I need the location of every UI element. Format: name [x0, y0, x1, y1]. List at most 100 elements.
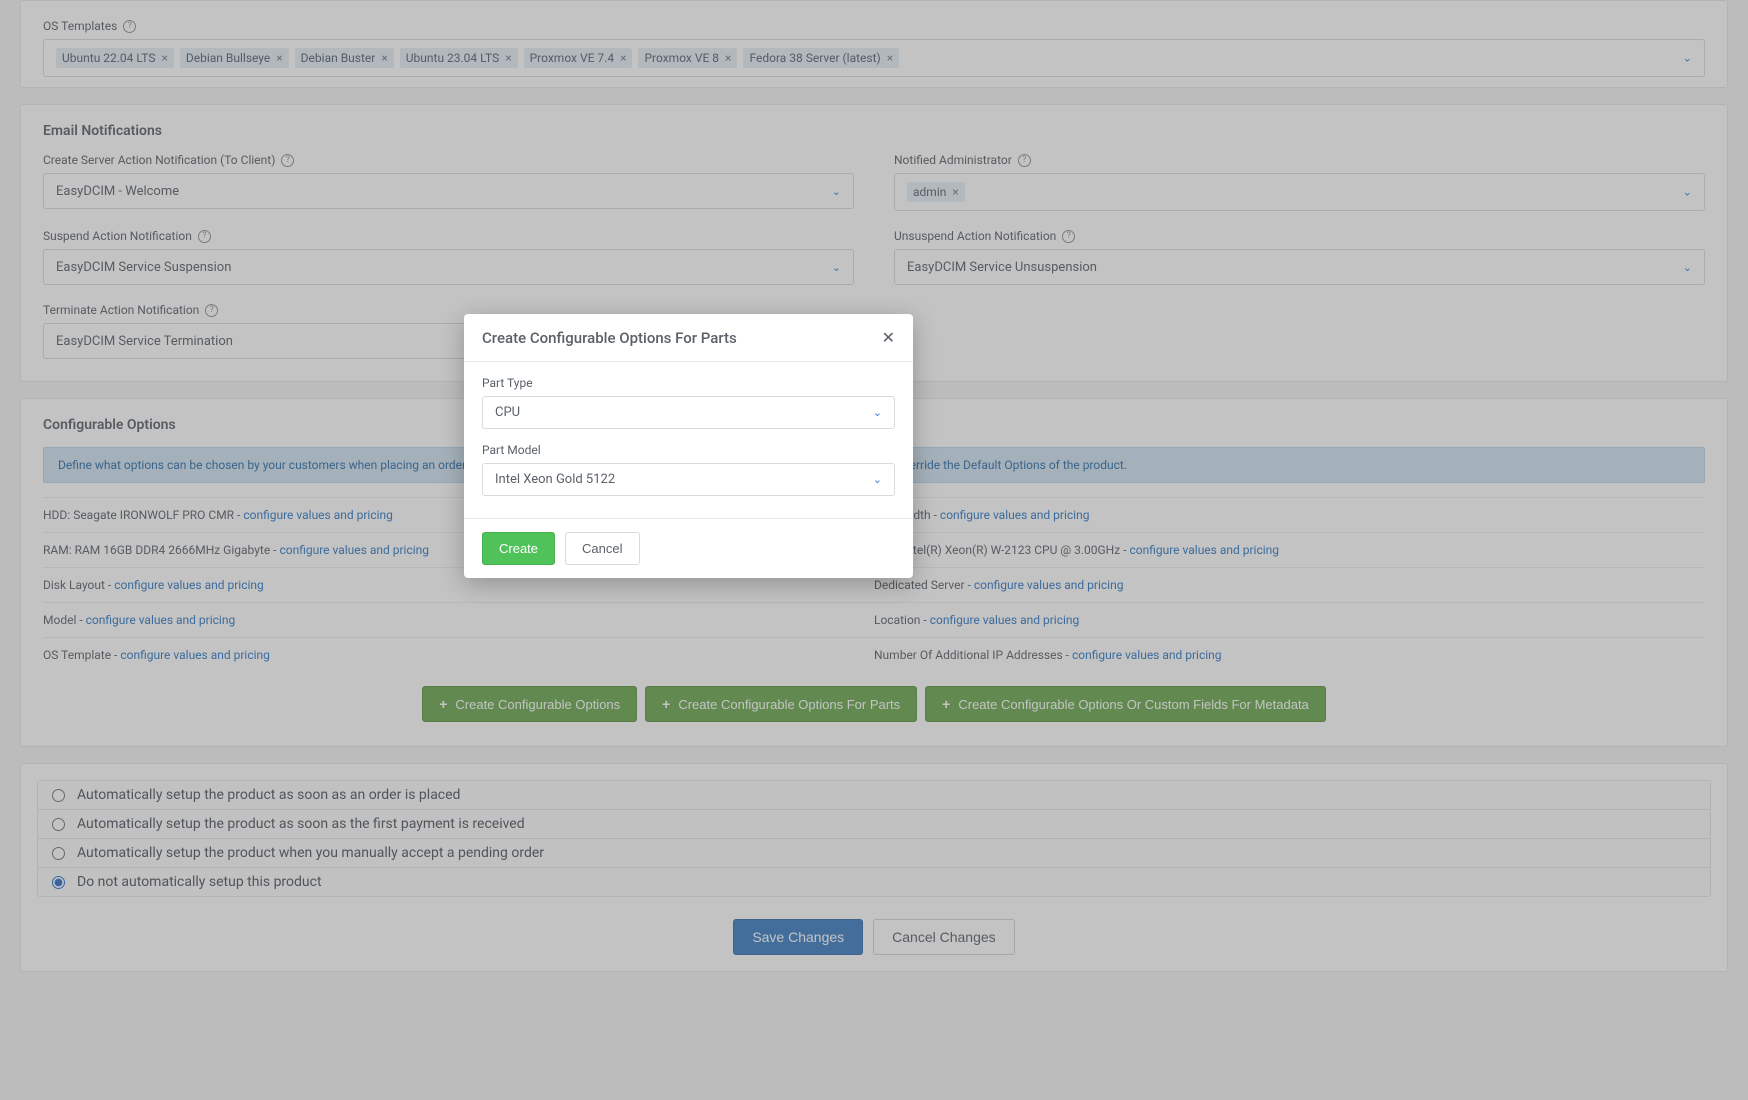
modal-create-button[interactable]: Create — [482, 532, 555, 565]
os-templates-label: OS Templates ? — [43, 19, 1705, 33]
auto-setup-radio[interactable] — [52, 818, 65, 831]
tag-label: Ubuntu 22.04 LTS — [62, 51, 155, 65]
option-prefix: Number Of Additional IP Addresses - — [874, 648, 1072, 662]
tag-remove-icon[interactable]: × — [887, 51, 893, 65]
auto-setup-radio-label: Automatically setup the product when you… — [77, 845, 544, 861]
option-row: Bandwidth - configure values and pricing — [874, 497, 1705, 532]
os-templates-panel: OS Templates ? Ubuntu 22.04 LTS×Debian B… — [20, 0, 1728, 88]
os-template-tag: Proxmox VE 7.4 × — [524, 48, 633, 68]
create-parts-modal: Create Configurable Options For Parts ✕ … — [464, 314, 913, 578]
option-row: Dedicated Server - configure values and … — [874, 567, 1705, 602]
tag-remove-icon[interactable]: × — [952, 185, 958, 199]
tag-remove-icon[interactable]: × — [276, 51, 282, 65]
auto-setup-radio-row[interactable]: Do not automatically setup this product — [38, 868, 1710, 896]
chevron-down-icon: ⌄ — [832, 261, 841, 274]
option-prefix: Model - — [43, 613, 86, 627]
os-template-tag: Proxmox VE 8 × — [638, 48, 737, 68]
admin-tag: admin × — [907, 182, 965, 202]
configure-link[interactable]: configure values and pricing — [1129, 543, 1279, 557]
option-row: Location - configure values and pricing — [874, 602, 1705, 637]
os-template-tag: Debian Buster × — [295, 48, 394, 68]
create-notification-label: Create Server Action Notification (To Cl… — [43, 153, 854, 167]
part-model-select[interactable]: Intel Xeon Gold 5122 ⌄ — [482, 463, 895, 496]
tag-label: Debian Buster — [301, 51, 376, 65]
tag-label: Fedora 38 Server (latest) — [749, 51, 880, 65]
configure-link[interactable]: configure values and pricing — [114, 578, 264, 592]
help-icon[interactable]: ? — [281, 154, 294, 167]
auto-setup-radio-row[interactable]: Automatically setup the product when you… — [38, 839, 1710, 868]
save-changes-button[interactable]: Save Changes — [733, 919, 863, 955]
configure-link[interactable]: configure values and pricing — [120, 648, 270, 662]
auto-setup-radio[interactable] — [52, 847, 65, 860]
tag-remove-icon[interactable]: × — [161, 51, 167, 65]
tag-remove-icon[interactable]: × — [620, 51, 626, 65]
option-prefix: Disk Layout - — [43, 578, 114, 592]
auto-setup-radio-row[interactable]: Automatically setup the product as soon … — [38, 810, 1710, 839]
suspend-notification-select[interactable]: EasyDCIM Service Suspension ⌄ — [43, 249, 854, 285]
auto-setup-radio-label: Automatically setup the product as soon … — [77, 787, 460, 803]
create-configurable-options-button[interactable]: + Create Configurable Options — [422, 686, 637, 722]
chevron-down-icon: ⌄ — [1683, 261, 1692, 274]
configure-link[interactable]: configure values and pricing — [279, 543, 429, 557]
auto-setup-radio-label: Automatically setup the product as soon … — [77, 816, 525, 832]
notified-admin-label: Notified Administrator ? — [894, 153, 1705, 167]
configure-link[interactable]: configure values and pricing — [243, 508, 393, 522]
modal-title: Create Configurable Options For Parts — [482, 329, 737, 347]
tag-label: Proxmox VE 7.4 — [530, 51, 614, 65]
help-icon[interactable]: ? — [198, 230, 211, 243]
option-prefix: OS Template - — [43, 648, 120, 662]
part-type-select[interactable]: CPU ⌄ — [482, 396, 895, 429]
option-row: CPU: Intel(R) Xeon(R) W-2123 CPU @ 3.00G… — [874, 532, 1705, 567]
os-template-tag: Ubuntu 23.04 LTS × — [400, 48, 518, 68]
email-notifications-title: Email Notifications — [43, 123, 1705, 139]
auto-setup-radio-list: Automatically setup the product as soon … — [37, 780, 1711, 897]
part-type-label: Part Type — [482, 376, 895, 390]
tag-label: Debian Bullseye — [186, 51, 270, 65]
help-icon[interactable]: ? — [1062, 230, 1075, 243]
auto-setup-radio-label: Do not automatically setup this product — [77, 874, 322, 890]
cancel-changes-button[interactable]: Cancel Changes — [873, 919, 1015, 955]
tag-label: admin — [913, 185, 946, 199]
option-prefix: Dedicated Server - — [874, 578, 974, 592]
configure-link[interactable]: configure values and pricing — [86, 613, 236, 627]
plus-icon: + — [439, 696, 447, 712]
chevron-down-icon: ⌄ — [832, 185, 841, 198]
help-icon[interactable]: ? — [123, 20, 136, 33]
chevron-down-icon: ⌄ — [873, 406, 882, 419]
option-prefix: Location - — [874, 613, 930, 627]
create-options-for-parts-button[interactable]: + Create Configurable Options For Parts — [645, 686, 917, 722]
tag-remove-icon[interactable]: × — [381, 51, 387, 65]
configure-link[interactable]: configure values and pricing — [1072, 648, 1222, 662]
configure-link[interactable]: configure values and pricing — [930, 613, 1080, 627]
option-row: OS Template - configure values and prici… — [43, 637, 874, 672]
part-model-label: Part Model — [482, 443, 895, 457]
tag-label: Proxmox VE 8 — [644, 51, 719, 65]
os-template-tag: Ubuntu 22.04 LTS × — [56, 48, 174, 68]
help-icon[interactable]: ? — [205, 304, 218, 317]
chevron-down-icon: ⌄ — [873, 473, 882, 486]
configure-link[interactable]: configure values and pricing — [940, 508, 1090, 522]
os-templates-tagbox[interactable]: Ubuntu 22.04 LTS×Debian Bullseye×Debian … — [43, 39, 1705, 77]
os-template-tag: Debian Bullseye × — [180, 48, 289, 68]
tag-label: Ubuntu 23.04 LTS — [406, 51, 499, 65]
unsuspend-notification-select[interactable]: EasyDCIM Service Unsuspension ⌄ — [894, 249, 1705, 285]
unsuspend-notification-label: Unsuspend Action Notification ? — [894, 229, 1705, 243]
auto-setup-radio[interactable] — [52, 876, 65, 889]
option-row: Model - configure values and pricing — [43, 602, 874, 637]
modal-cancel-button[interactable]: Cancel — [565, 532, 639, 565]
tag-remove-icon[interactable]: × — [505, 51, 511, 65]
auto-setup-radio-row[interactable]: Automatically setup the product as soon … — [38, 781, 1710, 810]
notified-admin-tagbox[interactable]: admin × ⌄ — [894, 173, 1705, 211]
help-icon[interactable]: ? — [1018, 154, 1031, 167]
option-prefix: HDD: Seagate IRONWOLF PRO CMR - — [43, 508, 243, 522]
tag-remove-icon[interactable]: × — [725, 51, 731, 65]
plus-icon: + — [942, 696, 950, 712]
os-template-tag: Fedora 38 Server (latest) × — [743, 48, 899, 68]
create-notification-select[interactable]: EasyDCIM - Welcome ⌄ — [43, 173, 854, 209]
configure-link[interactable]: configure values and pricing — [974, 578, 1124, 592]
auto-setup-radio[interactable] — [52, 789, 65, 802]
create-options-for-metadata-button[interactable]: + Create Configurable Options Or Custom … — [925, 686, 1326, 722]
chevron-down-icon: ⌄ — [1683, 186, 1692, 199]
close-icon[interactable]: ✕ — [882, 328, 895, 347]
chevron-down-icon: ⌄ — [1683, 52, 1692, 65]
